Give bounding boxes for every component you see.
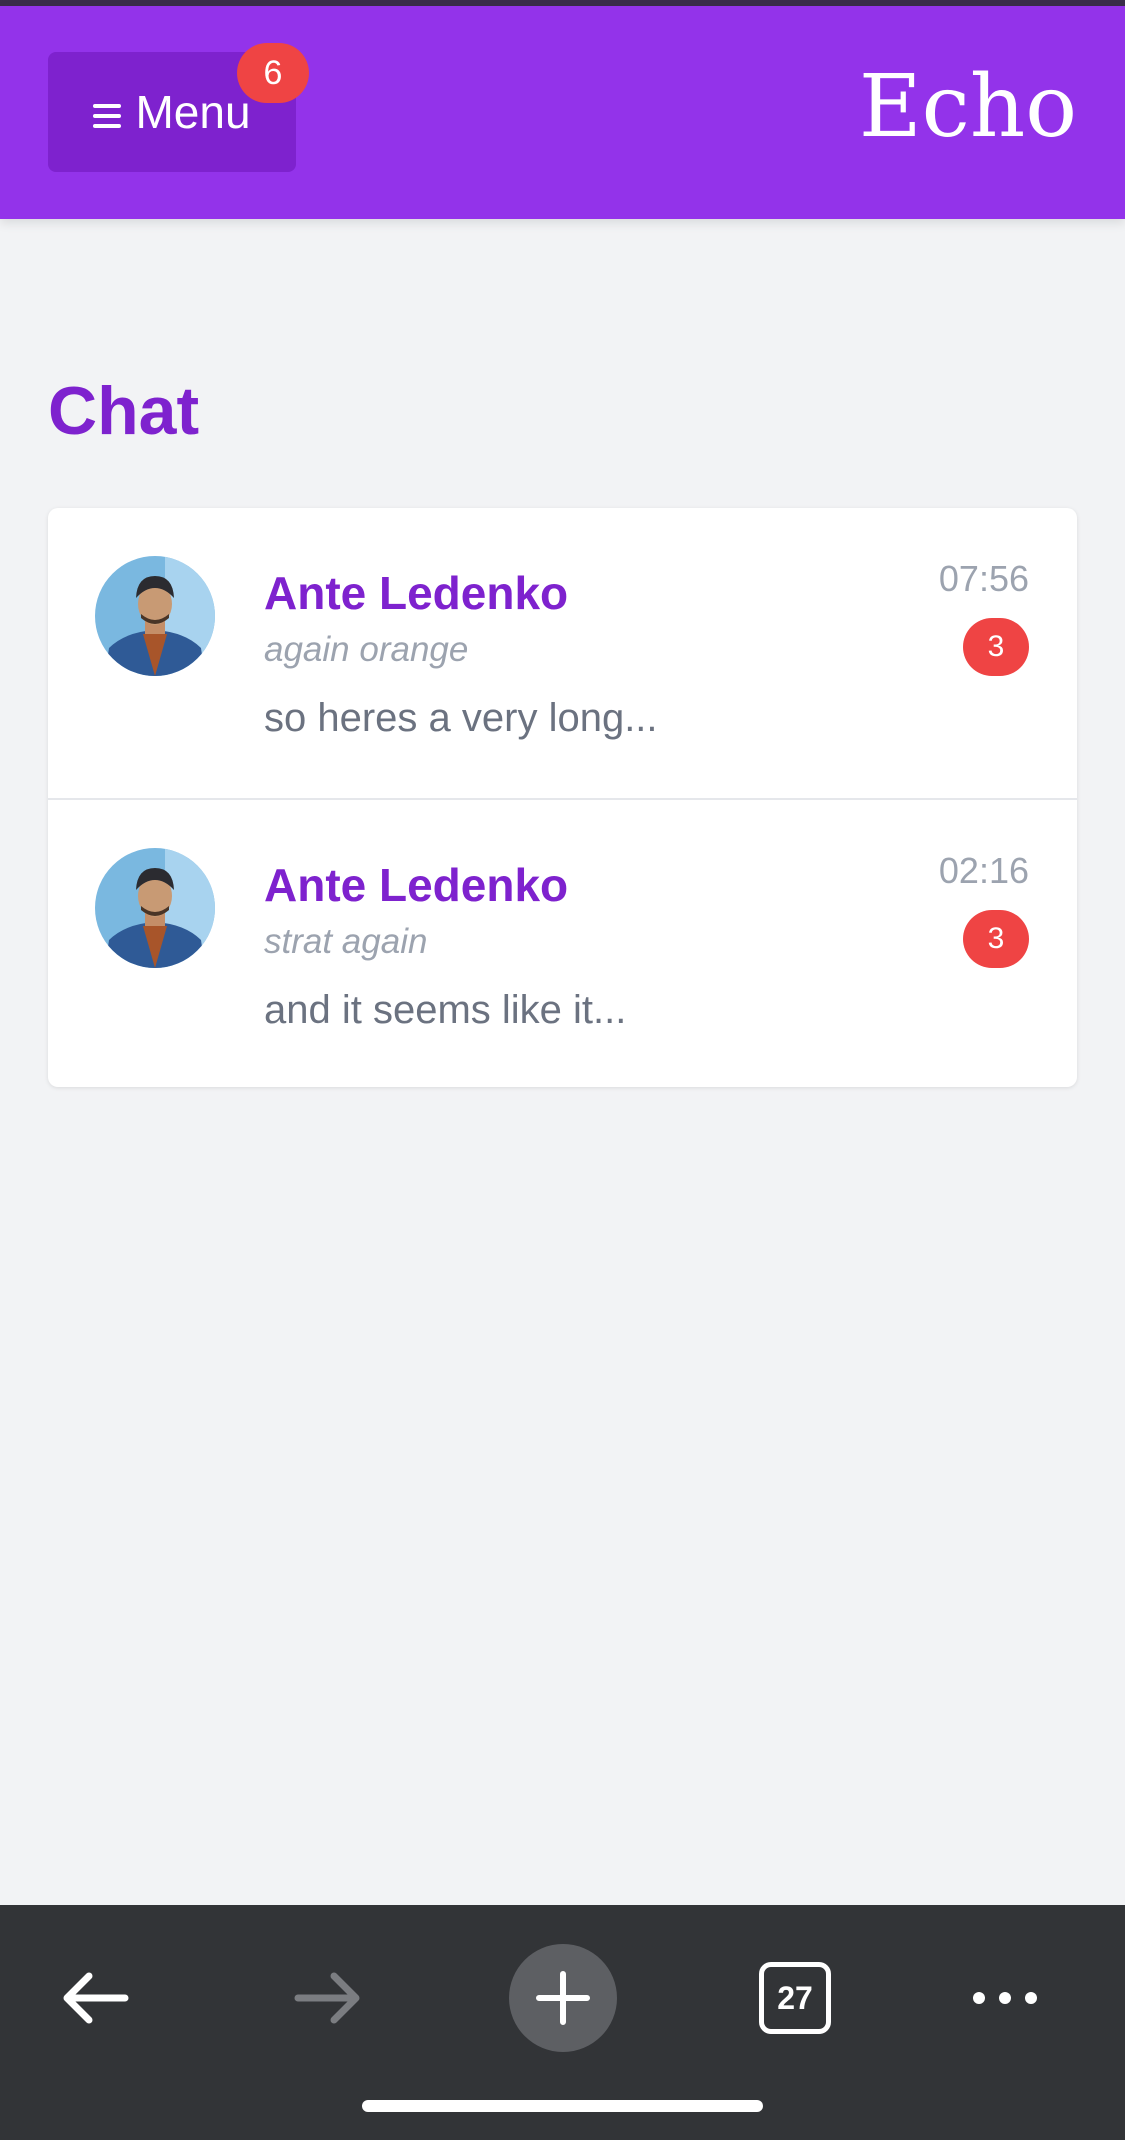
- page-title: Chat: [48, 373, 200, 449]
- chat-subject: again orange: [264, 630, 469, 669]
- chat-list-item[interactable]: Ante Ledenko strat again and it seems li…: [48, 798, 1077, 1087]
- message-preview: so heres a very long...: [264, 696, 658, 740]
- brand-logo[interactable]: Echo: [859, 64, 1077, 150]
- tabs-icon: 27: [759, 1962, 831, 2034]
- avatar: [95, 848, 215, 968]
- back-arrow-icon: [63, 1972, 129, 2024]
- avatar: [95, 556, 215, 676]
- home-indicator: [362, 2100, 763, 2112]
- unread-count-badge: 3: [963, 910, 1029, 968]
- chat-list: Ante Ledenko again orange so heres a ver…: [48, 508, 1077, 1087]
- back-button[interactable]: [20, 1923, 170, 2073]
- menu-notification-badge: 6: [237, 43, 309, 103]
- message-time: 02:16: [938, 850, 1029, 891]
- message-preview: and it seems like it...: [264, 988, 627, 1032]
- new-tab-button[interactable]: [488, 1923, 638, 2073]
- chat-subject: strat again: [264, 922, 428, 961]
- plus-icon: [536, 1971, 590, 2025]
- hamburger-icon: [93, 104, 122, 128]
- contact-name: Ante Ledenko: [264, 567, 569, 619]
- chat-list-item[interactable]: Ante Ledenko again orange so heres a ver…: [48, 508, 1077, 798]
- forward-button[interactable]: [253, 1923, 403, 2073]
- forward-arrow-icon: [294, 1972, 360, 2024]
- more-button[interactable]: [930, 1923, 1080, 2073]
- tabs-button[interactable]: 27: [720, 1923, 870, 2073]
- contact-name: Ante Ledenko: [264, 859, 569, 911]
- app-header: Menu 6 Echo: [0, 6, 1125, 219]
- more-dots-icon: [973, 1992, 1037, 2004]
- message-time: 07:56: [938, 558, 1029, 599]
- unread-count-badge: 3: [963, 618, 1029, 676]
- menu-label: Menu: [135, 86, 251, 138]
